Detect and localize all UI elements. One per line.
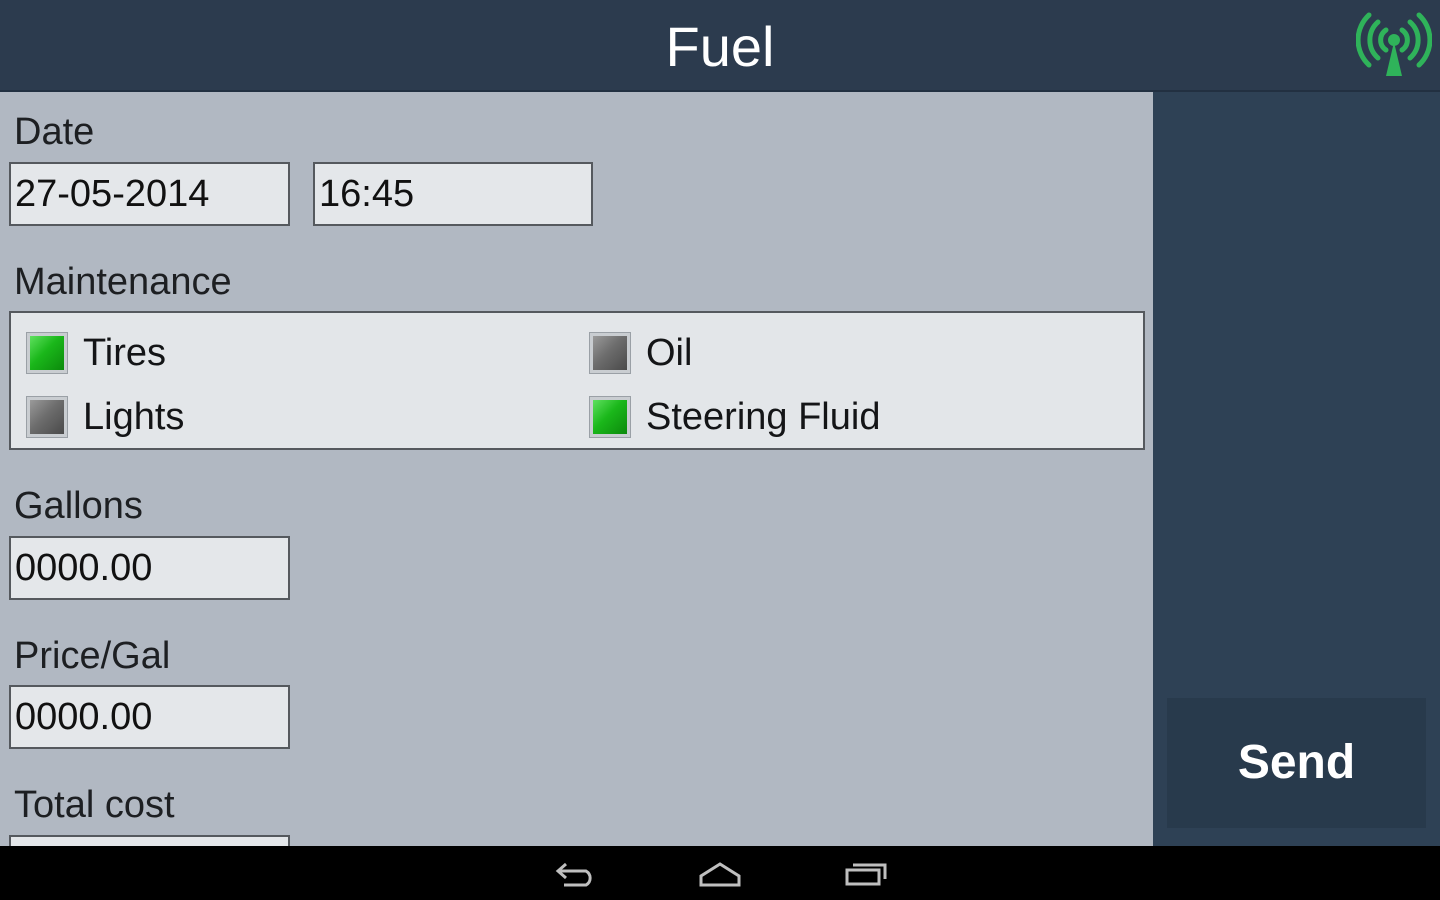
system-nav-bar	[0, 846, 1440, 900]
home-icon[interactable]	[696, 854, 744, 892]
lights-label: Lights	[83, 396, 185, 438]
total-cost-label: Total cost	[14, 784, 175, 826]
price-field[interactable]: 0000.00	[9, 685, 290, 749]
checkbox-indicator	[590, 397, 630, 437]
wireless-signal-icon[interactable]	[1356, 8, 1432, 80]
fuel-form: Date 27-05-2014 16:45 Maintenance Tires …	[0, 92, 1153, 846]
recent-apps-icon[interactable]	[842, 854, 890, 892]
back-icon[interactable]	[552, 854, 600, 892]
checkbox-indicator	[27, 333, 67, 373]
fuel-app: Fuel Date 27-05-2014 16:45 Maintenance T…	[0, 0, 1440, 846]
tires-label: Tires	[83, 332, 167, 374]
title-bar: Fuel	[0, 0, 1440, 92]
checkbox-indicator	[27, 397, 67, 437]
gallons-field[interactable]: 0000.00	[9, 536, 290, 600]
checkbox-indicator	[590, 333, 630, 373]
price-label: Price/Gal	[14, 635, 171, 677]
time-field[interactable]: 16:45	[313, 162, 593, 226]
maintenance-panel: Tires Oil Lights Steering Fluid	[9, 311, 1145, 450]
maintenance-label: Maintenance	[14, 261, 232, 303]
total-cost-field[interactable]	[9, 835, 290, 846]
date-field[interactable]: 27-05-2014	[9, 162, 290, 226]
date-label: Date	[14, 111, 95, 153]
page-title: Fuel	[665, 15, 775, 78]
oil-label: Oil	[646, 332, 693, 374]
steering-fluid-label: Steering Fluid	[646, 396, 881, 438]
gallons-label: Gallons	[14, 485, 143, 527]
send-button[interactable]: Send	[1167, 698, 1426, 828]
